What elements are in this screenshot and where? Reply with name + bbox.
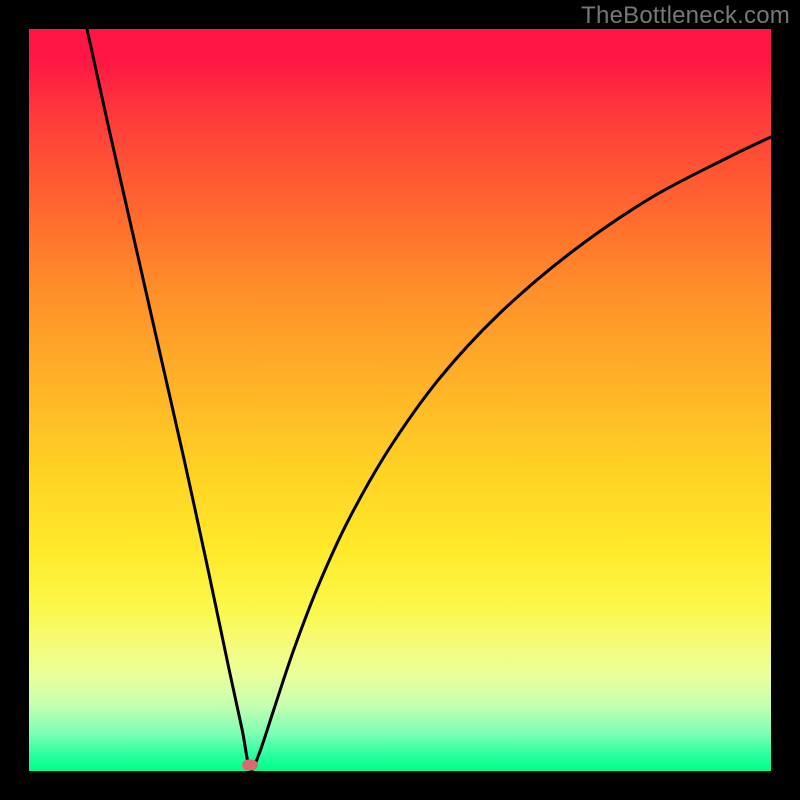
- watermark-text: TheBottleneck.com: [581, 2, 790, 30]
- bottleneck-curve: [29, 29, 771, 771]
- chart-frame: TheBottleneck.com: [0, 0, 800, 800]
- vertex-marker: [242, 760, 258, 771]
- plot-area: [29, 29, 771, 771]
